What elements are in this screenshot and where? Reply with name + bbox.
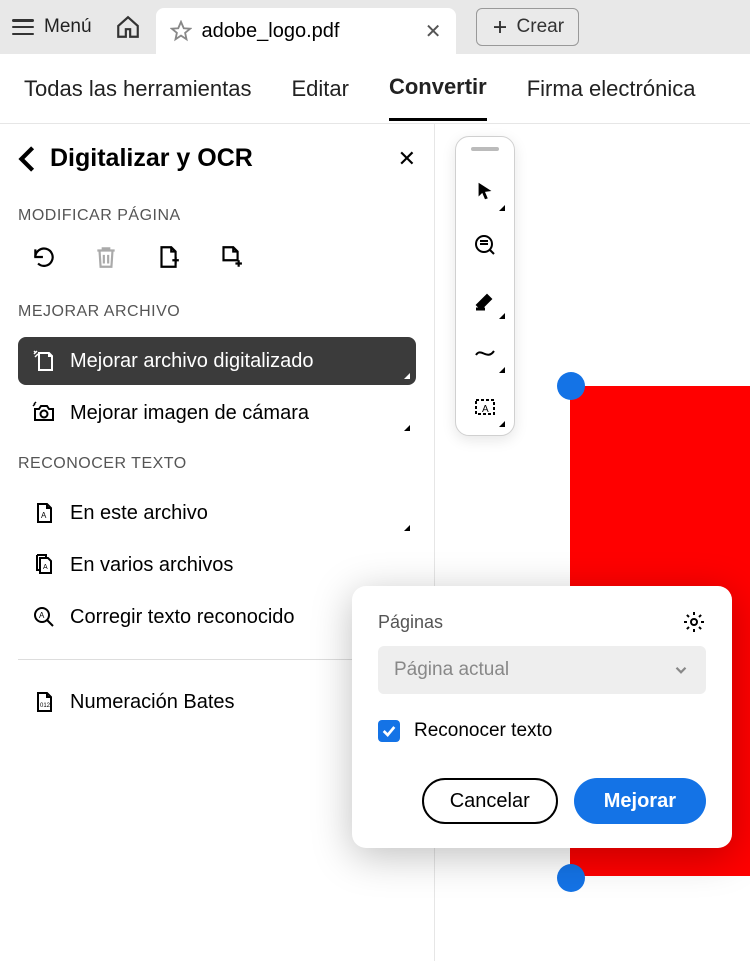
- textbox-tool[interactable]: A: [467, 389, 503, 425]
- svg-text:A: A: [41, 511, 47, 520]
- comment-tool[interactable]: [467, 227, 503, 263]
- delete-button[interactable]: [90, 241, 122, 273]
- submenu-indicator: [499, 421, 505, 427]
- workspace: Digitalizar y OCR ✕ MODIFICAR PÁGINA MEJ…: [0, 124, 750, 961]
- panel-header: Digitalizar y OCR ✕: [18, 144, 416, 173]
- selection-handle-top[interactable]: [557, 372, 585, 400]
- back-icon[interactable]: [18, 145, 36, 173]
- enhance-camera-label: Mejorar imagen de cámara: [70, 402, 309, 425]
- select-tool[interactable]: [467, 173, 503, 209]
- enhance-scanned-item[interactable]: Mejorar archivo digitalizado: [18, 337, 416, 385]
- gear-icon: [682, 610, 706, 634]
- enhance-button[interactable]: Mejorar: [574, 778, 706, 824]
- enhance-scanned-icon: [32, 349, 56, 373]
- hamburger-icon[interactable]: [12, 19, 34, 35]
- main-nav: Todas las herramientas Editar Convertir …: [0, 54, 750, 124]
- nav-edit[interactable]: Editar: [291, 58, 348, 120]
- enhance-popup: Páginas Página actual Reconocer texto Ca…: [352, 586, 732, 848]
- menu-label[interactable]: Menú: [44, 16, 92, 38]
- camera-icon: [32, 401, 56, 425]
- add-page-button[interactable]: [214, 241, 246, 273]
- nav-tools[interactable]: Todas las herramientas: [24, 58, 251, 120]
- insert-page-button[interactable]: [152, 241, 184, 273]
- home-icon: [115, 14, 141, 40]
- star-icon: [170, 20, 192, 42]
- section-modify-label: MODIFICAR PÁGINA: [18, 207, 416, 225]
- create-button[interactable]: Crear: [476, 8, 580, 46]
- panel-close-icon[interactable]: ✕: [398, 146, 416, 172]
- rotate-icon: [31, 244, 57, 270]
- create-button-label: Crear: [517, 16, 565, 38]
- popup-header: Páginas: [378, 610, 706, 634]
- page-add-icon: [217, 244, 243, 270]
- submenu-indicator: [499, 367, 505, 373]
- floating-toolbar[interactable]: A: [455, 136, 515, 436]
- recognize-this-file-item[interactable]: A En este archivo: [18, 489, 416, 537]
- files-icon: A: [32, 553, 56, 577]
- rotate-button[interactable]: [28, 241, 60, 273]
- recognize-checkbox-label: Reconocer texto: [414, 720, 552, 742]
- panel-title: Digitalizar y OCR: [50, 144, 384, 173]
- correct-text-label: Corregir texto reconocido: [70, 606, 295, 629]
- submenu-indicator: [404, 373, 410, 379]
- recognize-multiple-files-label: En varios archivos: [70, 554, 233, 577]
- cursor-icon: [474, 180, 496, 202]
- recognize-checkbox[interactable]: [378, 720, 400, 742]
- submenu-indicator: [404, 525, 410, 531]
- tab-close-icon[interactable]: ✕: [425, 19, 442, 44]
- popup-pages-label: Páginas: [378, 612, 682, 633]
- recognize-this-file-label: En este archivo: [70, 502, 208, 525]
- bates-icon: 012: [32, 690, 56, 714]
- home-button[interactable]: [110, 9, 146, 45]
- section-recognize-label: RECONOCER TEXTO: [18, 455, 416, 473]
- tab-title: adobe_logo.pdf: [202, 20, 415, 43]
- enhance-scanned-label: Mejorar archivo digitalizado: [70, 350, 313, 373]
- comment-icon: [473, 233, 497, 257]
- svg-text:A: A: [43, 564, 48, 571]
- svg-text:012: 012: [40, 703, 51, 709]
- selection-handle-bottom[interactable]: [557, 864, 585, 892]
- nav-sign[interactable]: Firma electrónica: [527, 58, 696, 120]
- page-insert-icon: [155, 244, 181, 270]
- recognize-multiple-files-item[interactable]: A En varios archivos: [18, 541, 416, 589]
- pages-select-value: Página actual: [394, 659, 509, 681]
- settings-button[interactable]: [682, 610, 706, 634]
- toolbar-grip[interactable]: [471, 147, 499, 151]
- pages-select[interactable]: Página actual: [378, 646, 706, 694]
- submenu-indicator: [499, 313, 505, 319]
- svg-text:A: A: [39, 611, 45, 620]
- highlight-tool[interactable]: [467, 281, 503, 317]
- highlighter-icon: [473, 287, 497, 311]
- modify-icon-row: [28, 241, 416, 273]
- document-tab[interactable]: adobe_logo.pdf ✕: [156, 8, 456, 54]
- section-enhance-label: MEJORAR ARCHIVO: [18, 303, 416, 321]
- submenu-indicator: [499, 205, 505, 211]
- check-icon: [381, 723, 397, 739]
- svg-text:A: A: [482, 404, 489, 415]
- titlebar: Menú adobe_logo.pdf ✕ Crear: [0, 0, 750, 54]
- draw-tool[interactable]: [467, 335, 503, 371]
- file-text-icon: A: [32, 501, 56, 525]
- bates-label: Numeración Bates: [70, 691, 235, 714]
- chevron-down-icon: [672, 661, 690, 679]
- magnify-text-icon: A: [32, 605, 56, 629]
- submenu-indicator: [404, 425, 410, 431]
- recognize-text-checkbox-row[interactable]: Reconocer texto: [378, 720, 706, 742]
- cancel-button[interactable]: Cancelar: [422, 778, 558, 824]
- popup-actions: Cancelar Mejorar: [378, 778, 706, 824]
- nav-convert[interactable]: Convertir: [389, 56, 487, 121]
- enhance-camera-item[interactable]: Mejorar imagen de cámara: [18, 389, 416, 437]
- textbox-icon: A: [473, 395, 497, 419]
- draw-icon: [473, 341, 497, 365]
- plus-icon: [491, 18, 509, 36]
- trash-icon: [93, 244, 119, 270]
